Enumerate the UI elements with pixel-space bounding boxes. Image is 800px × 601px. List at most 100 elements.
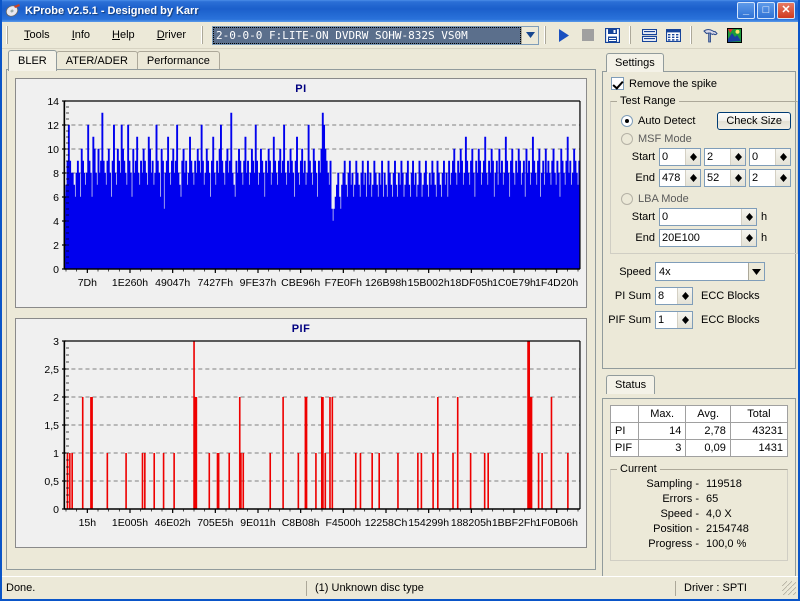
current-progress-label: Progress -: [648, 538, 699, 550]
menu-item-help[interactable]: Help: [101, 26, 146, 44]
tab-performance[interactable]: Performance: [136, 51, 220, 70]
row-pi-avg: 2,78: [685, 422, 731, 440]
hammer-icon[interactable]: [699, 25, 721, 46]
tab-status[interactable]: Status: [606, 375, 656, 394]
row-pi-total: 43231: [729, 422, 789, 440]
pif-sum-field[interactable]: [655, 311, 693, 329]
spinner-arrows[interactable]: [741, 209, 756, 225]
drive-gripper[interactable]: [201, 26, 205, 44]
svg-text:154299h: 154299h: [408, 517, 449, 529]
spinner-arrows[interactable]: [730, 149, 745, 165]
msf-start-label: Start: [631, 151, 655, 163]
save-button[interactable]: [601, 25, 623, 46]
remove-spike-row[interactable]: Remove the spike: [603, 72, 795, 93]
msf-end-frames[interactable]: [749, 169, 791, 187]
pif-sum-input[interactable]: [656, 312, 677, 328]
menu-item-tools[interactable]: Tools: [13, 26, 61, 44]
lba-mode-radio[interactable]: [621, 193, 633, 205]
menu-item-driver[interactable]: Driver: [146, 26, 197, 44]
current-speed-row: Speed - 4,0 X: [617, 507, 781, 522]
msf-start-frames[interactable]: [749, 148, 791, 166]
pif-sum-label: PIF Sum: [608, 314, 651, 326]
spinner-arrows[interactable]: [677, 312, 692, 328]
menu-bar: Tools Info Help Driver: [13, 26, 197, 44]
msf-mode-row[interactable]: MSF Mode: [621, 133, 791, 145]
spinner-arrows[interactable]: [741, 230, 756, 246]
pi-sum-input[interactable]: [656, 288, 677, 304]
msf-start-seconds-input[interactable]: [705, 149, 730, 165]
lba-end-field[interactable]: [659, 229, 757, 247]
msf-mode-radio[interactable]: [621, 133, 633, 145]
check-size-button[interactable]: Check Size: [717, 112, 791, 130]
spinner-arrows[interactable]: [775, 170, 790, 186]
toolbar-separator-2: [629, 26, 633, 44]
toolbar-separator-3: [690, 26, 694, 44]
lba-mode-row[interactable]: LBA Mode: [621, 193, 791, 205]
tab-ater-ader[interactable]: ATER/ADER: [55, 51, 138, 70]
speed-select[interactable]: 4x: [655, 262, 765, 281]
msf-end-minutes-input[interactable]: [660, 170, 685, 186]
current-errors-row: Errors - 65: [617, 492, 781, 507]
auto-detect-row[interactable]: Auto Detect Check Size: [621, 112, 791, 130]
svg-text:2: 2: [53, 240, 59, 252]
lba-start-field[interactable]: [659, 208, 757, 226]
lba-end-input[interactable]: [660, 230, 741, 246]
svg-text:49047h: 49047h: [155, 277, 190, 289]
title-bar: KProbe v2.5.1 - Designed by Karr _ □ ✕: [2, 0, 798, 22]
svg-text:1,5: 1,5: [44, 420, 59, 432]
remove-spike-checkbox[interactable]: [611, 77, 624, 90]
drive-select[interactable]: 2-0-0-0 F:LITE-ON DVDRW SOHW-832S VS0M: [212, 25, 540, 45]
test-range-legend: Test Range: [620, 95, 676, 107]
spinner-arrows[interactable]: [730, 170, 745, 186]
status-table: Max. Avg. Total PI 14 2,78 43231 PIF 3 0…: [610, 405, 789, 457]
svg-text:4: 4: [53, 216, 59, 228]
th-corner: [610, 405, 639, 423]
menu-item-info[interactable]: Info: [61, 26, 101, 44]
minimize-button[interactable]: _: [737, 2, 755, 19]
resize-grip[interactable]: [782, 581, 796, 595]
svg-text:126B98h: 126B98h: [365, 277, 407, 289]
spinner-arrows[interactable]: [677, 288, 692, 304]
msf-start-frames-input[interactable]: [750, 149, 775, 165]
stop-scan-button[interactable]: [577, 25, 599, 46]
svg-text:1E005h: 1E005h: [112, 517, 148, 529]
pif-plot-area: 0 0,5 1 1,5 2 2,5 3 15h 1E005h 46E02h 705E5h 9E011h…: [16, 319, 586, 547]
pi-sum-field[interactable]: [655, 287, 693, 305]
pi-sum-row: PI Sum ECC Blocks: [603, 287, 787, 305]
msf-start-seconds[interactable]: [704, 148, 746, 166]
spinner-arrows[interactable]: [685, 149, 700, 165]
row-pif-max: 3: [637, 439, 687, 457]
lba-end-row: End h: [617, 229, 791, 247]
msf-start-minutes-input[interactable]: [660, 149, 685, 165]
current-speed-label: Speed -: [660, 508, 699, 520]
msf-end-seconds[interactable]: [704, 169, 746, 187]
lba-start-row: Start h: [617, 208, 791, 226]
msf-end-minutes[interactable]: [659, 169, 701, 187]
close-button[interactable]: ✕: [777, 2, 795, 19]
lba-start-input[interactable]: [660, 209, 741, 225]
view-grid-button[interactable]: [662, 25, 684, 46]
svg-text:1BBF2Fh: 1BBF2Fh: [492, 517, 537, 529]
tab-settings[interactable]: Settings: [606, 53, 664, 72]
maximize-button[interactable]: □: [757, 2, 775, 19]
th-max: Max.: [637, 405, 687, 423]
lba-end-unit: h: [761, 232, 768, 244]
msf-end-frames-input[interactable]: [750, 170, 775, 186]
spinner-arrows[interactable]: [685, 170, 700, 186]
picture-icon[interactable]: [723, 25, 745, 46]
chevron-down-icon[interactable]: [521, 26, 539, 44]
msf-end-label: End: [635, 172, 655, 184]
auto-detect-radio[interactable]: [621, 115, 633, 127]
spinner-arrows[interactable]: [775, 149, 790, 165]
start-scan-button[interactable]: [553, 25, 575, 46]
svg-text:1E260h: 1E260h: [112, 277, 148, 289]
tab-bler[interactable]: BLER: [8, 50, 57, 71]
pif-axis-labels: 0 0,5 1 1,5 2 2,5 3 15h 1E005h 46E02h 705E5h 9E011h…: [44, 336, 579, 529]
view-list-button[interactable]: [638, 25, 660, 46]
msf-end-seconds-input[interactable]: [705, 170, 730, 186]
menu-gripper[interactable]: [6, 26, 9, 44]
chevron-down-icon[interactable]: [748, 263, 764, 280]
current-sampling-row: Sampling - 119518: [617, 477, 781, 492]
charts-pane: BLER ATER/ADER Performance PI 0 2 4 6 8 10 12 1…: [2, 49, 600, 572]
msf-start-minutes[interactable]: [659, 148, 701, 166]
